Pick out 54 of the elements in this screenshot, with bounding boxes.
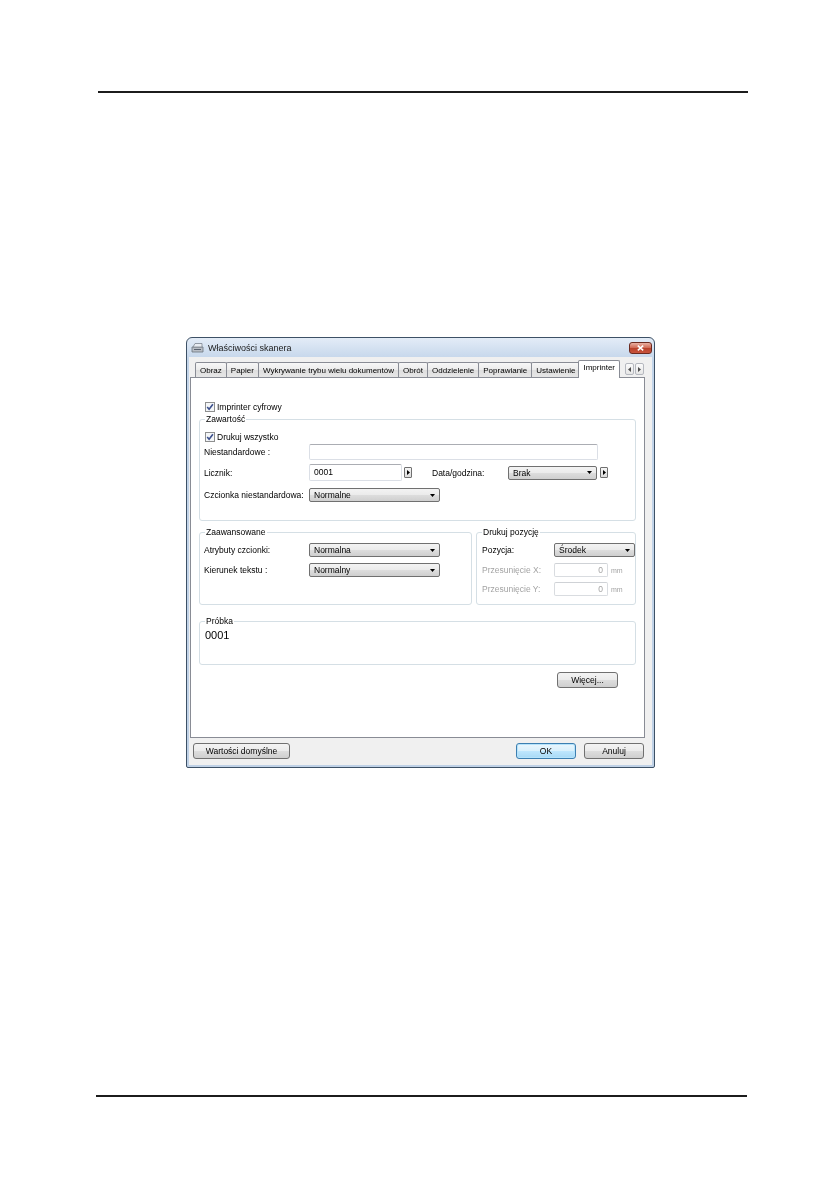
field-label: Pozycja:	[482, 545, 516, 555]
arrow-button[interactable]	[404, 467, 412, 478]
close-icon	[637, 344, 644, 351]
tab[interactable]: Ustawienie	[531, 362, 581, 377]
option-select[interactable]: Normalna	[309, 543, 440, 557]
group-title: Próbka	[205, 616, 234, 626]
dialog-button[interactable]: Anuluj	[584, 743, 644, 759]
scanner-icon	[191, 341, 204, 354]
group-title: Zaawansowane	[205, 527, 267, 537]
scroll-right-button[interactable]	[635, 363, 644, 375]
window-title: Właściwości skanera	[208, 342, 293, 353]
sample-text: 0001	[205, 629, 231, 642]
caret-icon	[625, 548, 630, 552]
group-title: Drukuj pozycję	[482, 527, 540, 537]
group-title: Zawartość	[205, 414, 247, 424]
caret-icon	[587, 471, 592, 474]
field-label: Niestandardowe :	[204, 447, 272, 457]
custom-text-field[interactable]	[309, 444, 598, 460]
close-button[interactable]	[629, 341, 652, 354]
right-triangle-icon	[602, 470, 606, 475]
tab[interactable]: Oddzielenie	[427, 362, 480, 377]
right-triangle-icon	[406, 470, 410, 475]
checkbox-label: Imprinter cyfrowy	[217, 402, 282, 412]
left-triangle-icon	[628, 366, 631, 372]
checkbox[interactable]	[205, 432, 215, 442]
field-label: Kierunek tekstu :	[204, 565, 269, 575]
more-button[interactable]: Więcej...	[557, 672, 618, 688]
field-label: Atrybuty czcionki:	[204, 545, 272, 555]
checkbox[interactable]	[205, 402, 215, 412]
field-label: Przesunięcie Y:	[482, 584, 542, 594]
field-label: Czcionka niestandardowa:	[204, 490, 305, 500]
right-triangle-icon	[638, 366, 641, 372]
tab[interactable]: Poprawianie	[478, 362, 533, 377]
position-select[interactable]: Środek	[554, 543, 635, 557]
dialog-button[interactable]: OK	[516, 743, 576, 759]
scroll-left-button[interactable]	[625, 363, 634, 375]
counter-field[interactable]: 0001	[309, 464, 402, 481]
defaults-button[interactable]: Wartości domyślne	[193, 743, 290, 759]
caret-icon	[430, 493, 435, 497]
tab[interactable]: Obrót	[398, 362, 429, 377]
tab[interactable]: Papier	[225, 362, 259, 377]
caret-icon	[430, 548, 435, 552]
tab[interactable]: Imprinter	[578, 360, 620, 378]
field-label: Przesunięcie X:	[482, 565, 543, 575]
field-label: Licznik:	[204, 467, 234, 478]
tab[interactable]: Wykrywanie trybu wielu dokumentów	[257, 362, 399, 377]
arrow-button[interactable]	[600, 467, 608, 478]
tab[interactable]: Obraz	[195, 362, 227, 377]
field-label: Data/godzina:	[432, 467, 486, 478]
date-time-select[interactable]: Brak	[508, 465, 597, 480]
caret-icon	[430, 568, 435, 572]
option-select[interactable]: Normalny	[309, 563, 440, 577]
checkbox-label: Drukuj wszystko	[217, 432, 279, 442]
font-select[interactable]: Normalne	[309, 488, 440, 502]
